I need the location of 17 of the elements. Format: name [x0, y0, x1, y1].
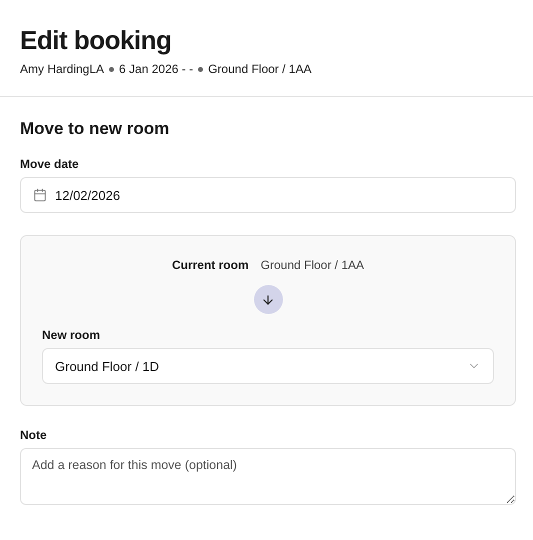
field-label: Move date — [20, 157, 80, 171]
current-room-value: Ground Floor / 1AA — [260, 258, 364, 272]
page-title: Edit booking — [20, 24, 172, 56]
current-room-label: Current room — [172, 258, 249, 272]
booking-meta: Amy HardingLA — [20, 62, 104, 76]
field-label: New room — [42, 328, 102, 342]
field-label: Note — [20, 428, 48, 442]
separator-dot-icon — [109, 66, 114, 72]
calendar-icon — [33, 188, 47, 202]
date-field[interactable]: 12/02/2026 — [20, 177, 516, 213]
separator-dot-icon — [198, 66, 204, 72]
booking-meta: 6 Jan 2026 - - — [119, 62, 194, 76]
room-select[interactable]: Ground Floor / 1D — [42, 348, 494, 384]
booking-meta: Ground Floor / 1AA — [208, 62, 312, 76]
arrow-down-icon — [254, 285, 282, 314]
note-field[interactable]: Add a reason for this move (optional) — [20, 448, 516, 505]
section-title: Move to new room — [20, 119, 170, 139]
